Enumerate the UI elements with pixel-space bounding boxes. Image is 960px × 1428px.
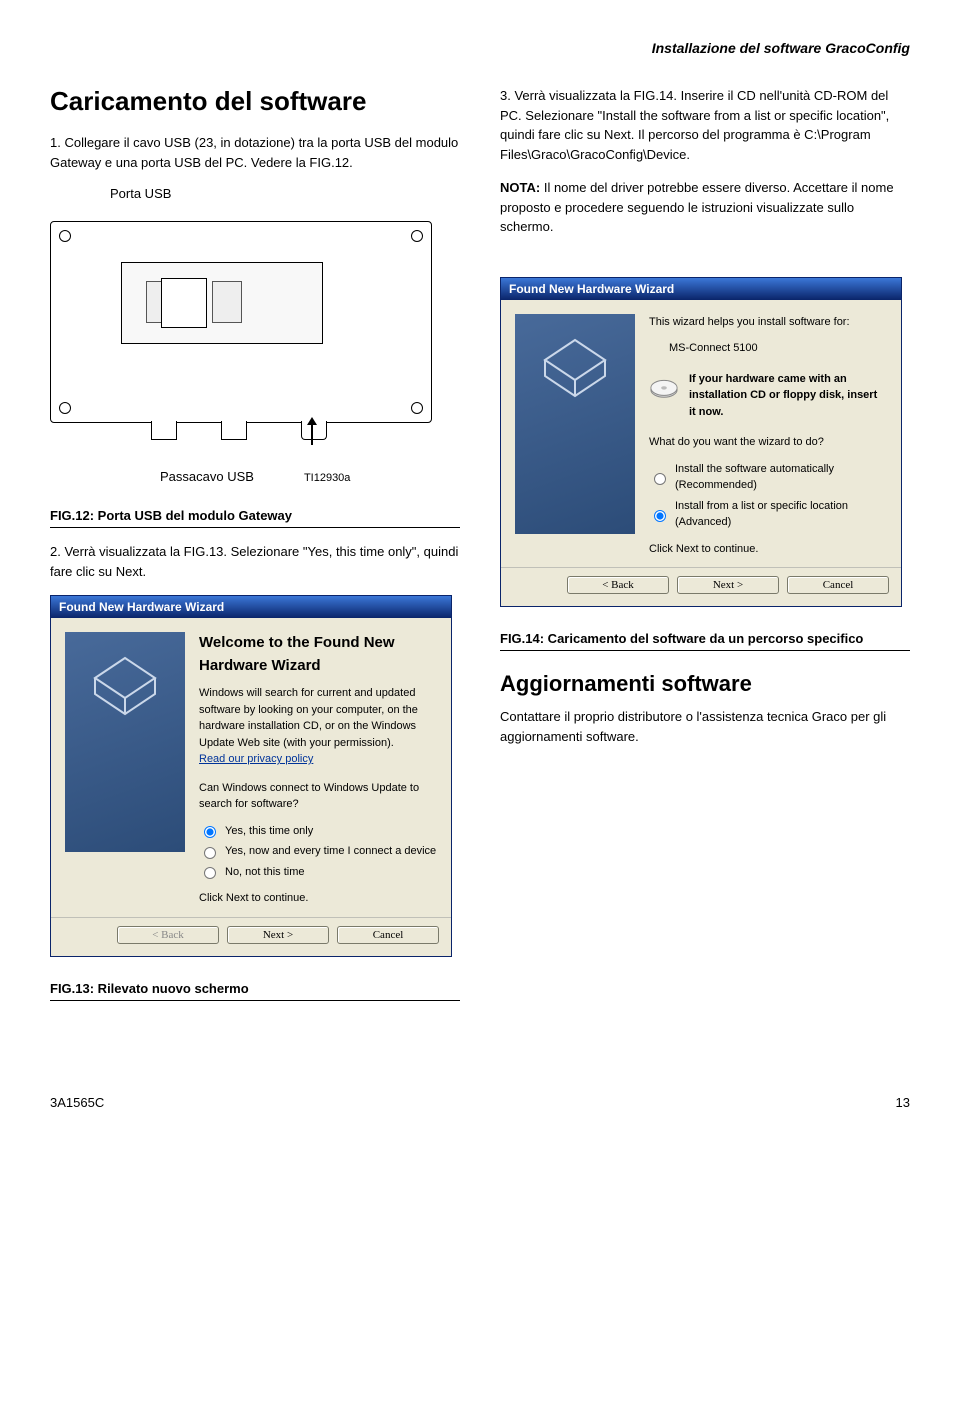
wizard2-titlebar: Found New Hardware Wizard (501, 278, 901, 300)
wizard2-window: Found New Hardware Wizard (500, 277, 902, 608)
wizard2-question: What do you want the wizard to do? (649, 434, 887, 451)
wizard1-cancel-button[interactable]: Cancel (337, 926, 439, 944)
step-2: 2. Verrà visualizzata la FIG.13. Selezio… (50, 542, 460, 581)
wizard1-welcome: Welcome to the Found New Hardware Wizard (199, 632, 437, 677)
wizard2-back-button[interactable]: < Back (567, 576, 669, 594)
wizard1-radio-yes-always[interactable]: Yes, now and every time I connect a devi… (199, 843, 437, 860)
footer-docnum: 3A1565C (50, 1095, 104, 1110)
wizard2-cancel-button[interactable]: Cancel (787, 576, 889, 594)
fig13-caption: FIG.13: Rilevato nuovo schermo (50, 981, 460, 1001)
nota-text: NOTA: NOTA: Il nome del driver potrebbe … (500, 178, 910, 237)
footer-page: 13 (896, 1095, 910, 1110)
wizard2-next-button[interactable]: Next > (677, 576, 779, 594)
wizard1-next-button[interactable]: Next > (227, 926, 329, 944)
wizard1-continue: Click Next to continue. (199, 890, 437, 907)
page-breadcrumb: Installazione del software GracoConfig (50, 40, 910, 56)
privacy-link[interactable]: Read our privacy policy (199, 753, 313, 765)
wizard2-side-graphic (515, 314, 635, 558)
wizard2-device: MS-Connect 5100 (669, 340, 887, 357)
wizard1-back-button: < Back (117, 926, 219, 944)
porta-usb-label: Porta USB (110, 186, 460, 201)
wizard1-radio-no[interactable]: No, not this time (199, 864, 437, 881)
cd-icon (649, 371, 679, 401)
fig14-caption: FIG.14: Caricamento del software da un p… (500, 631, 910, 651)
wizard-side-graphic (65, 632, 185, 907)
arrow-to-passacavo (311, 419, 313, 445)
wizard2-radio-specific[interactable]: Install from a list or specific location… (649, 498, 887, 531)
wizard1-radio-yes-once[interactable]: Yes, this time only (199, 823, 437, 840)
aggiornamenti-title: Aggiornamenti software (500, 671, 910, 697)
fig12-caption: FIG.12: Porta USB del modulo Gateway (50, 508, 460, 528)
wizard2-cd-text: If your hardware came with an installati… (689, 371, 887, 421)
wizard2-help-line: This wizard helps you install software f… (649, 314, 887, 331)
wizard1-question: Can Windows connect to Windows Update to… (199, 780, 437, 813)
wizard2-radio-auto[interactable]: Install the software automatically (Reco… (649, 461, 887, 494)
step-1: 1. Collegare il cavo USB (23, in dotazio… (50, 133, 460, 172)
wizard2-continue: Click Next to continue. (649, 541, 887, 558)
aggiornamenti-text: Contattare il proprio distributore o l'a… (500, 707, 910, 746)
section-title: Caricamento del software (50, 86, 460, 117)
wizard1-description: Windows will search for current and upda… (199, 685, 437, 751)
step-3: 3. Verrà visualizzata la FIG.14. Inserir… (500, 86, 910, 164)
wizard1-titlebar: Found New Hardware Wizard (51, 596, 451, 618)
gateway-diagram (50, 221, 460, 423)
wizard1-window: Found New Hardware Wizard (50, 595, 452, 957)
passacavo-label: Passacavo USB (160, 469, 254, 484)
ti-code: TI12930a (304, 472, 350, 484)
